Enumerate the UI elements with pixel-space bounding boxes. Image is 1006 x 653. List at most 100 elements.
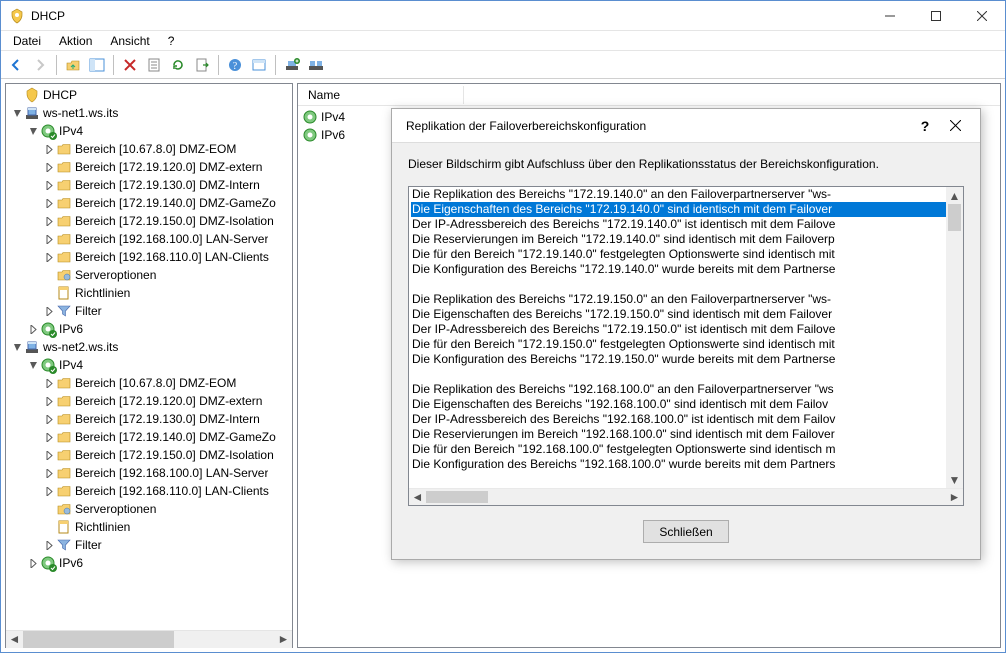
tree-filter[interactable]: Filter: [6, 302, 292, 320]
log-line[interactable]: Die Replikation des Bereichs "172.19.140…: [411, 187, 946, 202]
expand-icon[interactable]: [42, 448, 56, 462]
log-line[interactable]: Die für den Bereich "172.19.150.0" festg…: [411, 337, 946, 352]
tree-scope[interactable]: Bereich [172.19.140.0] DMZ-GameZo: [6, 194, 292, 212]
expand-icon[interactable]: [42, 196, 56, 210]
log-line[interactable]: Die Konfiguration des Bereichs "172.19.1…: [411, 352, 946, 367]
tree-policies[interactable]: Richtlinien: [6, 284, 292, 302]
options-button[interactable]: [248, 54, 270, 76]
log-line[interactable]: [411, 367, 946, 382]
expand-icon[interactable]: [42, 394, 56, 408]
tree-scope[interactable]: Bereich [192.168.110.0] LAN-Clients: [6, 482, 292, 500]
expand-icon[interactable]: [42, 214, 56, 228]
scroll-up-icon[interactable]: ▲: [946, 187, 963, 204]
expand-icon[interactable]: [42, 178, 56, 192]
export-list-button[interactable]: [191, 54, 213, 76]
tree-hscrollbar[interactable]: ◄ ►: [6, 630, 292, 647]
tree-scope[interactable]: Bereich [192.168.110.0] LAN-Clients: [6, 248, 292, 266]
delete-button[interactable]: [119, 54, 141, 76]
tree-root[interactable]: DHCP: [6, 86, 292, 104]
dialog-help-button[interactable]: ?: [910, 112, 940, 140]
expand-icon[interactable]: [42, 412, 56, 426]
expand-icon[interactable]: [42, 430, 56, 444]
tree-scope[interactable]: Bereich [172.19.130.0] DMZ-Intern: [6, 176, 292, 194]
expand-icon[interactable]: [42, 142, 56, 156]
minimize-button[interactable]: [867, 1, 913, 31]
close-button[interactable]: [959, 1, 1005, 31]
log-line[interactable]: Die Replikation des Bereichs "192.168.10…: [411, 382, 946, 397]
log-line[interactable]: Die Replikation des Bereichs "172.19.150…: [411, 292, 946, 307]
add-server-button[interactable]: [281, 54, 303, 76]
server-tree[interactable]: DHCPws-net1.ws.itsIPv4Bereich [10.67.8.0…: [6, 84, 292, 630]
help-button[interactable]: ?: [224, 54, 246, 76]
tree-server[interactable]: ws-net2.ws.its: [6, 338, 292, 356]
list-header[interactable]: Name: [298, 84, 1000, 106]
expand-icon[interactable]: [42, 538, 56, 552]
tree-server[interactable]: ws-net1.ws.its: [6, 104, 292, 122]
dialog-close-action-button[interactable]: Schließen: [643, 520, 729, 543]
log-line[interactable]: Die für den Bereich "172.19.140.0" festg…: [411, 247, 946, 262]
tree-scope[interactable]: Bereich [192.168.100.0] LAN-Server: [6, 230, 292, 248]
log-line[interactable]: Der IP-Adressbereich des Bereichs "172.1…: [411, 322, 946, 337]
tree-protocol[interactable]: IPv4: [6, 356, 292, 374]
tree-scope[interactable]: Bereich [172.19.120.0] DMZ-extern: [6, 392, 292, 410]
expand-icon[interactable]: [42, 466, 56, 480]
tree-protocol[interactable]: IPv6: [6, 554, 292, 572]
back-button[interactable]: [5, 54, 27, 76]
log-line[interactable]: Die Eigenschaften des Bereichs "192.168.…: [411, 397, 946, 412]
tree-scope[interactable]: Bereich [172.19.120.0] DMZ-extern: [6, 158, 292, 176]
menu-help[interactable]: ?: [160, 32, 183, 50]
log-line[interactable]: Der IP-Adressbereich des Bereichs "172.1…: [411, 217, 946, 232]
collapse-icon[interactable]: [10, 340, 24, 354]
expand-icon[interactable]: [42, 232, 56, 246]
scroll-right-icon[interactable]: ►: [946, 489, 963, 505]
expand-icon[interactable]: [42, 304, 56, 318]
tree-scope[interactable]: Bereich [172.19.150.0] DMZ-Isolation: [6, 212, 292, 230]
tree-scope[interactable]: Bereich [172.19.140.0] DMZ-GameZo: [6, 428, 292, 446]
log-line[interactable]: Die Konfiguration des Bereichs "192.168.…: [411, 457, 946, 472]
scroll-left-icon[interactable]: ◄: [6, 631, 23, 648]
forward-button[interactable]: [29, 54, 51, 76]
dialog-vscrollbar[interactable]: ▲ ▼: [946, 187, 963, 488]
expand-icon[interactable]: [42, 484, 56, 498]
tree-filter[interactable]: Filter: [6, 536, 292, 554]
menu-action[interactable]: Aktion: [51, 32, 100, 50]
log-line[interactable]: Der IP-Adressbereich des Bereichs "192.1…: [411, 412, 946, 427]
tree-scope[interactable]: Bereich [172.19.130.0] DMZ-Intern: [6, 410, 292, 428]
tree-scope[interactable]: Bereich [192.168.100.0] LAN-Server: [6, 464, 292, 482]
tree-server-options[interactable]: Serveroptionen: [6, 266, 292, 284]
dialog-close-button[interactable]: [940, 112, 970, 140]
refresh-button[interactable]: [167, 54, 189, 76]
collapse-icon[interactable]: [10, 106, 24, 120]
scroll-left-icon[interactable]: ◄: [409, 489, 426, 505]
log-line[interactable]: Die für den Bereich "192.168.100.0" fest…: [411, 442, 946, 457]
log-line[interactable]: Die Eigenschaften des Bereichs "172.19.1…: [411, 202, 946, 217]
expand-icon[interactable]: [42, 250, 56, 264]
scroll-down-icon[interactable]: ▼: [946, 471, 963, 488]
log-line[interactable]: [411, 277, 946, 292]
expand-icon[interactable]: [26, 556, 40, 570]
collapse-icon[interactable]: [26, 124, 40, 138]
expand-icon[interactable]: [26, 322, 40, 336]
tree-server-options[interactable]: Serveroptionen: [6, 500, 292, 518]
tree-scope[interactable]: Bereich [10.67.8.0] DMZ-EOM: [6, 374, 292, 392]
expand-icon[interactable]: [42, 160, 56, 174]
show-hide-tree-button[interactable]: [86, 54, 108, 76]
log-line[interactable]: Die Konfiguration des Bereichs "172.19.1…: [411, 262, 946, 277]
menu-view[interactable]: Ansicht: [102, 32, 157, 50]
log-line[interactable]: Die Eigenschaften des Bereichs "172.19.1…: [411, 307, 946, 322]
column-name[interactable]: Name: [304, 86, 464, 104]
log-line[interactable]: Die Reservierungen im Bereich "172.19.14…: [411, 232, 946, 247]
menu-file[interactable]: Datei: [5, 32, 49, 50]
collapse-icon[interactable]: [26, 358, 40, 372]
dialog-hscrollbar[interactable]: ◄ ►: [409, 488, 963, 505]
manage-servers-button[interactable]: [305, 54, 327, 76]
tree-protocol[interactable]: IPv4: [6, 122, 292, 140]
maximize-button[interactable]: [913, 1, 959, 31]
tree-policies[interactable]: Richtlinien: [6, 518, 292, 536]
properties-button[interactable]: [143, 54, 165, 76]
expand-icon[interactable]: [42, 376, 56, 390]
scroll-right-icon[interactable]: ►: [275, 631, 292, 648]
tree-scope[interactable]: Bereich [172.19.150.0] DMZ-Isolation: [6, 446, 292, 464]
dialog-log-list[interactable]: Die Replikation des Bereichs "172.19.140…: [408, 186, 964, 506]
up-folder-button[interactable]: [62, 54, 84, 76]
